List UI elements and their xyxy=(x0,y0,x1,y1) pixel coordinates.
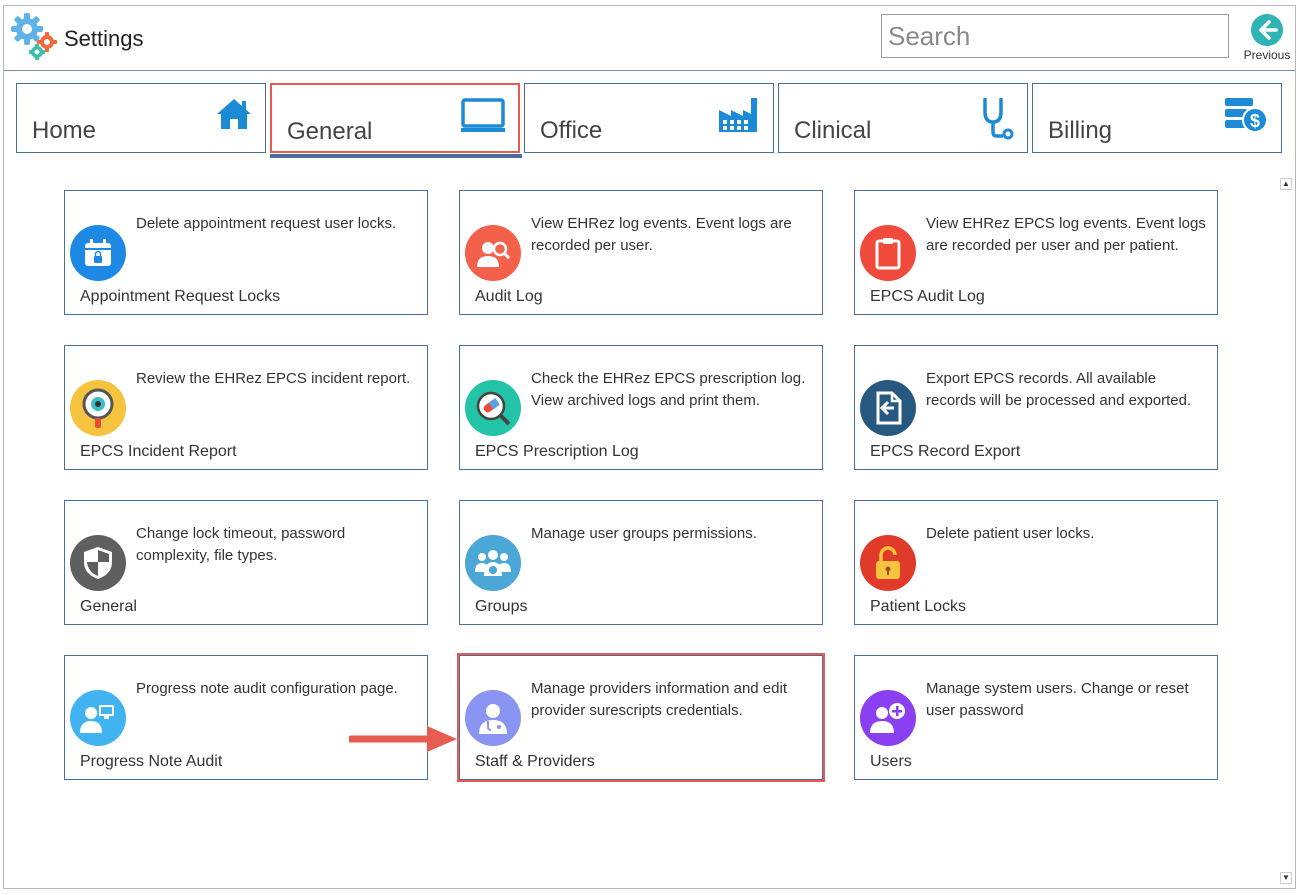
search-input[interactable] xyxy=(881,14,1229,58)
settings-window: Settings Previous Home General Office xyxy=(3,5,1296,889)
tab-label: Billing xyxy=(1048,117,1113,144)
tab-office[interactable]: Office xyxy=(524,83,774,153)
card-title: EPCS Record Export xyxy=(870,443,1021,460)
monitor-icon xyxy=(461,98,505,132)
tab-general[interactable]: General xyxy=(270,83,520,153)
card-users[interactable]: Manage system users. Change or reset use… xyxy=(854,655,1218,780)
padlock-icon xyxy=(860,535,916,591)
card-title: General xyxy=(80,598,137,615)
svg-text:$: $ xyxy=(1250,111,1260,131)
pill-search-icon xyxy=(465,380,521,436)
user-group-icon xyxy=(465,535,521,591)
card-description: Manage system users. Change or reset use… xyxy=(926,680,1189,719)
card-epcs-incident-report[interactable]: Review the EHRez EPCS incident report. E… xyxy=(64,345,428,470)
clipboard-icon xyxy=(860,225,916,281)
card-audit-log[interactable]: View EHRez log events. Event logs are re… xyxy=(459,190,823,315)
card-title: EPCS Audit Log xyxy=(870,288,985,305)
card-description: Manage user groups permissions. xyxy=(531,525,757,542)
pointer-arrow-icon xyxy=(349,726,457,752)
card-epcs-audit-log[interactable]: View EHRez EPCS log events. Event logs a… xyxy=(854,190,1218,315)
tab-label: Home xyxy=(32,117,97,144)
card-description: Delete patient user locks. xyxy=(926,525,1095,542)
user-add-icon xyxy=(860,690,916,746)
card-description: Progress note audit configuration page. xyxy=(136,680,398,697)
active-tab-indicator xyxy=(270,154,522,158)
header-bar: Settings Previous xyxy=(4,6,1295,71)
card-title: Appointment Request Locks xyxy=(80,288,281,305)
calendar-lock-icon xyxy=(70,225,126,281)
tab-label: General xyxy=(287,118,373,145)
card-description: View EHRez log events. Event logs are re… xyxy=(531,215,792,254)
arrow-left-icon xyxy=(1251,14,1283,46)
card-appointment-request-locks[interactable]: Delete appointment request user locks. A… xyxy=(64,190,428,315)
tab-label: Office xyxy=(540,117,603,144)
card-title: EPCS Incident Report xyxy=(80,443,237,460)
tab-billing[interactable]: Billing $ xyxy=(1032,83,1282,153)
billing-dollar-icon: $ xyxy=(1225,98,1268,133)
card-title: Progress Note Audit xyxy=(80,753,223,770)
card-title: EPCS Prescription Log xyxy=(475,443,639,460)
card-title: Audit Log xyxy=(475,288,543,305)
shield-icon xyxy=(70,535,126,591)
scroll-up-button[interactable]: ▲ xyxy=(1280,178,1292,190)
user-search-icon xyxy=(465,225,521,281)
card-title: Staff & Providers xyxy=(475,753,595,770)
scroll-down-button[interactable]: ▼ xyxy=(1280,872,1292,884)
card-description: Manage providers information and edit pr… xyxy=(531,680,787,719)
previous-label: Previous xyxy=(1243,48,1291,62)
magnifier-eye-icon xyxy=(70,380,126,436)
previous-button[interactable]: Previous xyxy=(1240,10,1294,66)
tab-clinical[interactable]: Clinical xyxy=(778,83,1028,153)
card-description: Review the EHRez EPCS incident report. xyxy=(136,370,411,387)
card-general[interactable]: Change lock timeout, password complexity… xyxy=(64,500,428,625)
doctor-icon xyxy=(465,690,521,746)
card-patient-locks[interactable]: Delete patient user locks. Patient Locks xyxy=(854,500,1218,625)
user-monitor-icon xyxy=(70,690,126,746)
card-epcs-record-export[interactable]: Export EPCS records. All available recor… xyxy=(854,345,1218,470)
card-description: Change lock timeout, password complexity… xyxy=(136,525,346,564)
card-staff-and-providers[interactable]: Manage providers information and edit pr… xyxy=(459,655,823,780)
tab-label: Clinical xyxy=(794,117,872,144)
card-description: Delete appointment request user locks. xyxy=(136,215,397,232)
app-title: Settings xyxy=(64,26,144,51)
card-progress-note-audit[interactable]: Progress note audit configuration page. … xyxy=(64,655,428,780)
tab-home[interactable]: Home xyxy=(16,83,266,153)
home-icon xyxy=(217,99,251,129)
card-title: Users xyxy=(870,753,912,770)
card-groups[interactable]: Manage user groups permissions. Groups xyxy=(459,500,823,625)
card-description: Export EPCS records. All available recor… xyxy=(926,370,1192,409)
card-epcs-prescription-log[interactable]: Check the EHRez EPCS prescription log. V… xyxy=(459,345,823,470)
card-description: Check the EHRez EPCS prescription log. V… xyxy=(531,370,806,409)
card-title: Patient Locks xyxy=(870,598,967,615)
factory-icon xyxy=(719,98,757,132)
file-export-icon xyxy=(860,380,916,436)
gears-logo-icon xyxy=(11,13,57,60)
card-title: Groups xyxy=(475,598,528,615)
stethoscope-icon xyxy=(983,98,1014,140)
card-description: View EHRez EPCS log events. Event logs a… xyxy=(926,215,1206,254)
